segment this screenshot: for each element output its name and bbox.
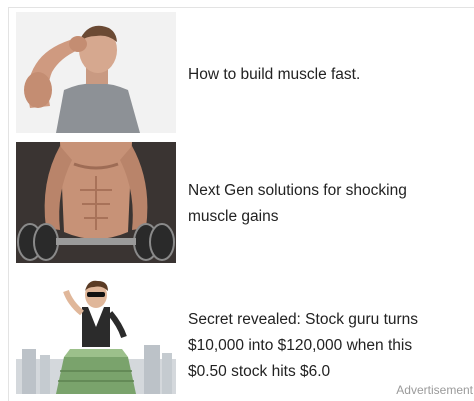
ad-headline-line[interactable]: How to build muscle fast. bbox=[188, 62, 474, 88]
ad-headline-line[interactable]: Next Gen solutions for shocking bbox=[188, 178, 474, 204]
ad-headline[interactable]: Secret revealed: Stock guru turns $10,00… bbox=[188, 307, 474, 385]
ad-item-stock-guru[interactable]: Secret revealed: Stock guru turns $10,00… bbox=[16, 273, 474, 394]
ad-widget: How to build muscle fast. Next Gen solut… bbox=[8, 7, 474, 401]
ad-headline-line[interactable]: muscle gains bbox=[188, 204, 474, 230]
ad-item-muscle-gains[interactable]: Next Gen solutions for shocking muscle g… bbox=[16, 142, 474, 263]
ad-headline-line[interactable]: Secret revealed: Stock guru turns bbox=[188, 307, 474, 333]
ad-headline-line[interactable]: $10,000 into $120,000 when this bbox=[188, 333, 474, 359]
ad-image-man-with-dumbbells[interactable] bbox=[16, 142, 176, 263]
ad-headline[interactable]: How to build muscle fast. bbox=[188, 62, 474, 88]
ad-item-muscle-fast[interactable]: How to build muscle fast. bbox=[16, 12, 474, 133]
ad-image-man-on-cash[interactable] bbox=[16, 273, 176, 394]
ad-headline-line[interactable]: $0.50 stock hits $6.0 bbox=[188, 359, 474, 385]
ad-image-man-flexing[interactable] bbox=[16, 12, 176, 133]
ad-headline[interactable]: Next Gen solutions for shocking muscle g… bbox=[188, 178, 474, 230]
advertisement-label: Advertisement bbox=[396, 383, 473, 397]
